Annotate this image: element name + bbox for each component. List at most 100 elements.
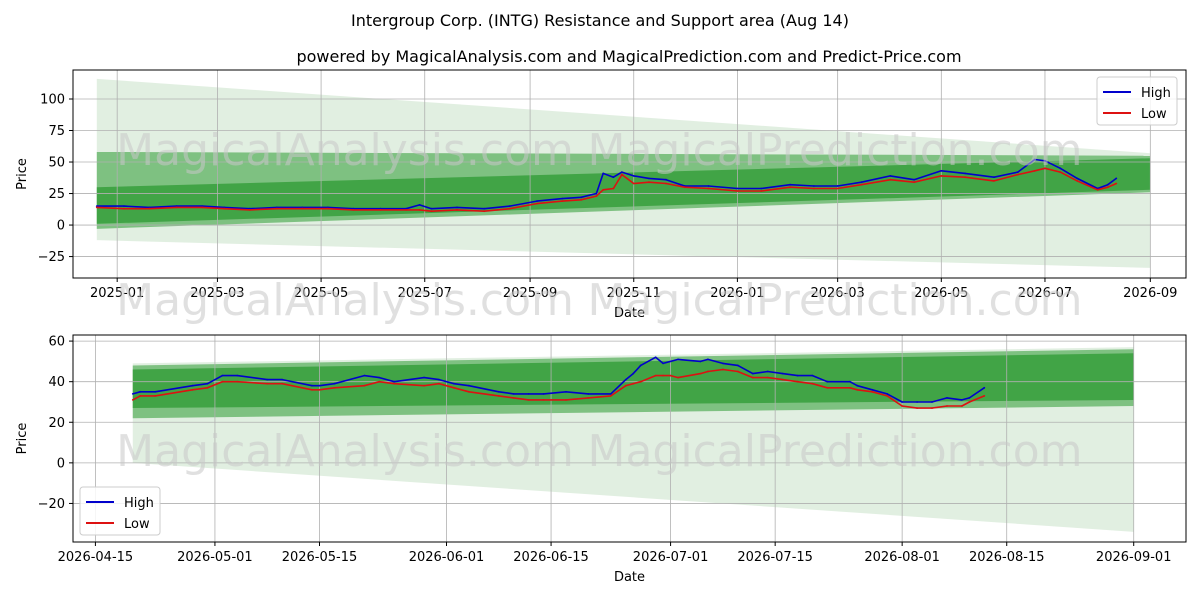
data-point-low [654, 374, 657, 377]
data-point-high [639, 364, 642, 367]
data-point-high [123, 205, 125, 208]
data-point-low [871, 390, 874, 393]
data-point-high [722, 362, 724, 365]
data-point-high [632, 372, 635, 375]
watermark-top-right: MagicalPrediction.com [588, 125, 1083, 176]
data-point-low [483, 210, 486, 213]
data-point-high [699, 360, 702, 363]
y-tick-label: 20 [48, 416, 65, 431]
data-point-high [736, 364, 739, 367]
data-point-low [318, 388, 321, 391]
watermark-mid-right: MagicalPrediction.com [588, 275, 1083, 326]
x-tick-label: 2026-05-01 [177, 550, 253, 565]
data-point-high [624, 378, 627, 381]
data-point-high [766, 370, 769, 373]
data-point-high [983, 386, 986, 389]
data-point-low [148, 207, 151, 210]
legend: High Low [1096, 76, 1178, 126]
x-tick-label: 2026-06-01 [409, 550, 485, 565]
data-point-low [595, 195, 598, 198]
data-point-high [836, 185, 839, 187]
data-point-high [707, 358, 709, 361]
data-point-high [154, 390, 157, 393]
data-point-low [736, 370, 739, 373]
data-point-low [993, 180, 995, 182]
y-tick-label: 0 [57, 219, 65, 234]
chart-canvas: Intergroup Corp. (INTG) Resistance and S… [15, 11, 1187, 585]
y-tick-label: 25 [48, 187, 65, 202]
data-point-low [468, 390, 470, 393]
data-point-low [602, 188, 605, 191]
data-point-high [281, 378, 284, 381]
data-point-low [632, 382, 635, 385]
data-point-low [301, 207, 304, 210]
data-point-high [736, 187, 739, 190]
data-point-low [221, 380, 224, 383]
data-point-high [595, 192, 598, 195]
data-point-high [587, 393, 590, 395]
y-tick-label: 40 [48, 375, 65, 390]
data-point-high [221, 374, 224, 377]
legend: High Low [79, 486, 161, 536]
x-axis-label: Date [614, 570, 645, 585]
data-point-high [418, 204, 421, 206]
data-point-low [751, 376, 754, 379]
data-point-high [333, 382, 336, 385]
data-point-low [624, 384, 627, 387]
data-point-low [95, 206, 98, 209]
data-point-high [565, 390, 567, 393]
data-point-high [497, 390, 500, 393]
data-point-low [438, 382, 440, 385]
data-point-low [1096, 188, 1099, 191]
data-point-high [580, 196, 582, 199]
data-point-low [580, 198, 582, 201]
data-point-low [760, 190, 763, 192]
data-point-high [191, 384, 194, 387]
data-point-high [968, 397, 971, 399]
data-point-high [236, 374, 239, 377]
data-point-low [968, 401, 971, 403]
data-point-low [722, 368, 724, 371]
data-point-low [266, 382, 269, 385]
data-point-high [993, 176, 995, 179]
x-tick-label: 2026-05-15 [282, 550, 358, 565]
data-point-high [669, 360, 672, 363]
data-point-low [796, 380, 799, 383]
data-point-high [662, 362, 664, 365]
data-point-high [131, 393, 134, 395]
data-point-high [378, 376, 381, 379]
data-point-high [648, 177, 650, 180]
data-point-low [561, 200, 564, 203]
data-point-high [318, 384, 321, 387]
data-point-low [536, 202, 538, 205]
data-point-high [266, 378, 269, 381]
data-point-low [527, 399, 530, 401]
data-point-high [871, 388, 874, 391]
data-point-high [206, 382, 209, 385]
data-point-high [860, 181, 863, 184]
watermark-bottom-left: MagicalAnalysis.com [116, 426, 574, 477]
data-point-high [1106, 183, 1109, 186]
data-point-low [901, 405, 903, 407]
data-point-high [139, 390, 142, 393]
data-point-low [886, 395, 889, 397]
data-point-low [456, 209, 458, 211]
data-point-low [766, 376, 769, 379]
data-point-high [512, 393, 515, 395]
data-point-high [751, 372, 754, 375]
data-point-high [453, 382, 455, 385]
data-point-high [468, 384, 470, 387]
data-point-high [913, 178, 915, 181]
data-point-high [665, 178, 667, 181]
data-point-high [813, 185, 815, 187]
data-point-low [223, 207, 226, 210]
data-point-low [430, 210, 433, 213]
x-tick-label: 2026-07-15 [737, 550, 813, 565]
x-tick-label: 2026-08-15 [969, 550, 1045, 565]
data-point-high [542, 393, 545, 395]
x-tick-label: 2026-09-01 [1096, 550, 1172, 565]
data-point-low [352, 209, 355, 211]
data-point-high [438, 378, 440, 381]
data-point-low [123, 207, 125, 210]
data-point-low [139, 395, 142, 397]
